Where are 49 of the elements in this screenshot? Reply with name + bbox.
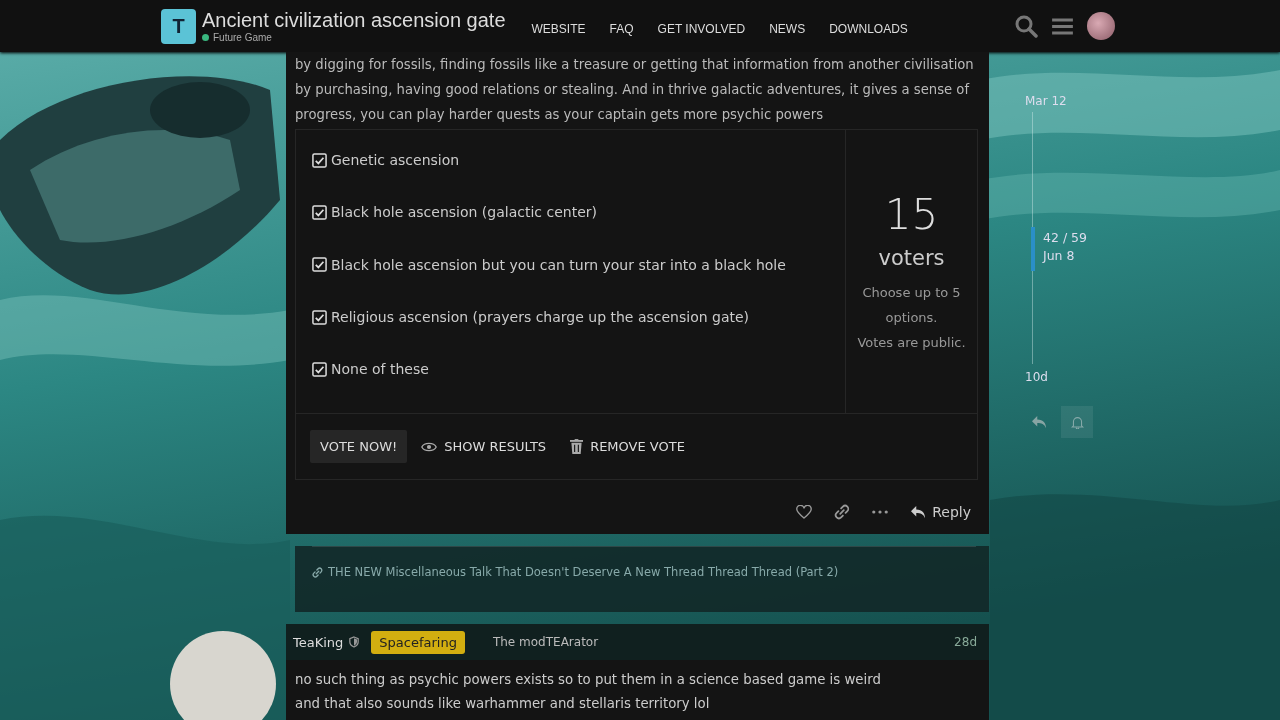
reply-icon [910,505,927,520]
nav-link[interactable]: DOWNLOADS [817,22,920,36]
link-icon [312,567,323,578]
category-link[interactable]: Future Game [213,32,272,43]
checkbox[interactable] [312,257,327,273]
user-flair: Spacefaring [371,631,465,654]
reply-button[interactable]: Reply [910,504,971,521]
nav-link[interactable]: WEBSITE [519,22,598,36]
post-text: by digging for fossils, finding fossils like a treasure or getting that information from another civilisation by purchasing, having good relations or stealing. And in thrive galactic adventures, it gives a sense of progress, you can play harder quests as your captain gets more psychic powers [295,56,975,124]
post-age[interactable]: 28d [954,635,977,650]
link-icon[interactable] [834,504,851,521]
linked-topic-link[interactable]: THE NEW Miscellaneous Talk That Doesn't Deserve A New Thread Thread Thread (Part 2) [328,565,839,580]
show-results-button[interactable]: SHOW RESULTS [411,430,557,464]
remove-vote-button[interactable]: REMOVE VOTE [560,430,695,464]
checkbox[interactable] [312,361,327,377]
timeline-date[interactable]: 10d [1025,370,1280,384]
poll-option[interactable]: Genetic ascension [331,152,460,169]
voters-label: voters [878,246,945,270]
post-text: and that also sounds like warhammer and stellaris territory lol [295,695,711,714]
eye-icon [421,441,438,453]
post-position: 42 / 59 [1043,230,1087,245]
nav-link[interactable]: FAQ [597,22,646,36]
nav-link[interactable]: GET INVOLVED [645,22,758,36]
poll-option[interactable]: Religious ascension (prayers charge up the ascension gate) [331,309,750,326]
poll-visibility: Votes are public. [856,334,967,352]
nav-link[interactable]: NEWS [757,22,818,36]
shield-icon [349,636,360,649]
checkbox[interactable] [312,152,327,168]
voter-count: 15 [884,192,939,238]
topic-title[interactable]: Ancient civilization ascension gate [202,9,506,32]
checkbox[interactable] [312,309,327,325]
search-icon[interactable] [1014,14,1038,38]
menu-icon[interactable] [1052,17,1073,35]
logo[interactable]: T [161,8,196,44]
user-title: The modTEArator [492,635,599,650]
user-avatar[interactable] [1087,12,1115,40]
heart-icon[interactable] [796,505,813,520]
trash-icon [570,439,584,455]
more-icon[interactable] [872,510,889,515]
poll-option[interactable]: Black hole ascension (galactic center) [331,204,597,221]
checkbox[interactable] [312,204,327,220]
post-text: no such thing as psychic powers exists so to put them in a science based game is weird [295,671,882,690]
timeline-handle[interactable] [1031,227,1035,271]
poll-limit: Choose up to 5 options. [861,284,962,327]
vote-button[interactable]: VOTE NOW! [310,430,408,464]
username[interactable]: TeaKing [293,635,344,650]
poll-option[interactable]: Black hole ascension but you can turn your star into a black hole [331,256,786,273]
timeline-date: Jun 8 [1043,248,1076,263]
poll-option[interactable]: None of these [331,361,429,378]
